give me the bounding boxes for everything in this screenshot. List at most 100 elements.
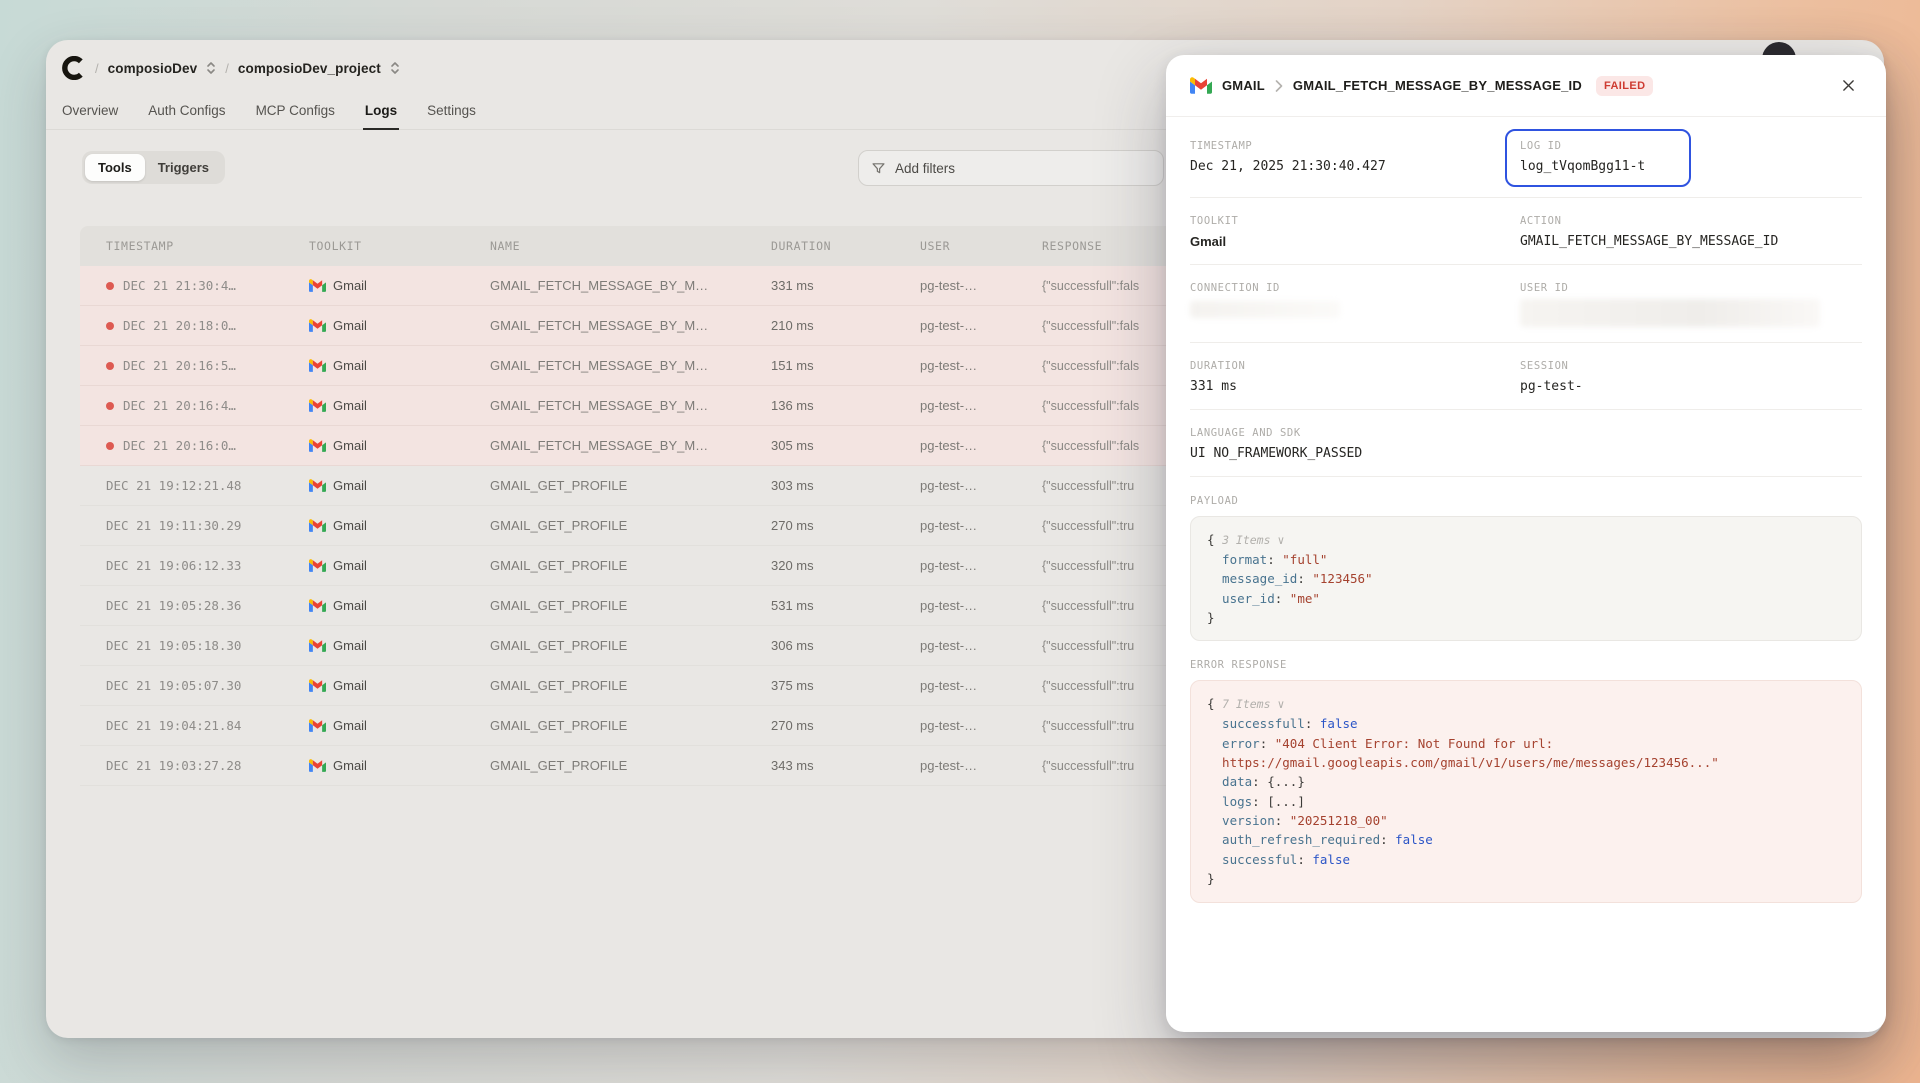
log-toolkit-cell: Gmail (309, 318, 490, 333)
field-label: USER ID (1520, 282, 1862, 294)
failed-status-dot (106, 362, 114, 370)
field-duration: DURATION331 ms (1190, 360, 1520, 394)
log-timestamp-cell: DEC 21 19:05:28.36 (80, 598, 309, 613)
tab-settings[interactable]: Settings (427, 94, 476, 129)
segment-tools[interactable]: Tools (85, 154, 145, 181)
log-timestamp-cell: DEC 21 19:11:30.29 (80, 518, 309, 533)
log-toolkit-cell: Gmail (309, 758, 490, 773)
project-switcher-icon[interactable] (390, 60, 400, 76)
field-timestamp: TIMESTAMPDec 21, 2025 21:30:40.427 (1190, 140, 1520, 182)
log-user: pg-test-… (920, 478, 1042, 493)
column-header-user[interactable]: USER (920, 239, 1042, 253)
log-toolkit-cell: Gmail (309, 478, 490, 493)
payload-json-viewer[interactable]: { 3 Items ∨ format: "full" message_id: "… (1190, 516, 1862, 641)
log-user: pg-test-… (920, 758, 1042, 773)
column-header-name[interactable]: NAME (490, 239, 771, 253)
tab-overview[interactable]: Overview (62, 94, 118, 129)
tab-auth-configs[interactable]: Auth Configs (148, 94, 225, 129)
close-icon (1842, 79, 1855, 92)
log-user: pg-test-… (920, 438, 1042, 453)
log-timestamp: DEC 21 19:05:28.36 (106, 598, 241, 613)
log-timestamp-cell: DEC 21 20:18:0… (80, 318, 309, 333)
log-timestamp: DEC 21 19:05:18.30 (106, 638, 241, 653)
log-name: GMAIL_FETCH_MESSAGE_BY_M… (490, 438, 771, 453)
log-timestamp-cell: DEC 21 19:12:21.48 (80, 478, 309, 493)
field-value: pg-test- (1520, 379, 1862, 394)
log-timestamp-cell: DEC 21 20:16:4… (80, 398, 309, 413)
gmail-icon (309, 439, 326, 452)
field-user-id: USER ID (1520, 282, 1862, 327)
tab-mcp-configs[interactable]: MCP Configs (256, 94, 335, 129)
column-header-toolkit[interactable]: TOOLKIT (309, 239, 490, 253)
add-filters-button[interactable]: Add filters (858, 150, 1164, 186)
filter-funnel-icon (871, 161, 886, 176)
composio-logo-icon[interactable] (62, 56, 86, 80)
gmail-icon (1190, 77, 1212, 94)
field-action: ACTIONGMAIL_FETCH_MESSAGE_BY_MESSAGE_ID (1520, 215, 1862, 249)
segment-triggers[interactable]: Triggers (145, 154, 222, 181)
field-label: LOG ID (1520, 140, 1676, 152)
log-toolkit-cell: Gmail (309, 398, 490, 413)
field-label: DURATION (1190, 360, 1520, 372)
breadcrumb-separator: / (225, 61, 229, 76)
toolkit-name: Gmail (333, 358, 367, 373)
gmail-icon (309, 759, 326, 772)
log-user: pg-test-… (920, 358, 1042, 373)
log-duration: 303 ms (771, 478, 920, 493)
payload-label: PAYLOAD (1190, 495, 1862, 507)
code-line: logs: [...] (1207, 792, 1845, 811)
log-name: GMAIL_FETCH_MESSAGE_BY_M… (490, 398, 771, 413)
gmail-icon (309, 599, 326, 612)
log-timestamp: DEC 21 19:05:07.30 (106, 678, 241, 693)
toolkit-name: Gmail (333, 518, 367, 533)
toolkit-name: Gmail (333, 438, 367, 453)
close-button[interactable] (1834, 72, 1862, 100)
log-user: pg-test-… (920, 278, 1042, 293)
log-timestamp: DEC 21 20:16:5… (123, 358, 236, 373)
detail-field-row: TOOLKITGmailACTIONGMAIL_FETCH_MESSAGE_BY… (1190, 198, 1862, 264)
org-name[interactable]: composioDev (108, 61, 198, 76)
column-header-timestamp[interactable]: TIMESTAMP (80, 239, 309, 253)
log-duration: 270 ms (771, 518, 920, 533)
field-log-id[interactable]: LOG IDlog_tVqomBgg11-t (1505, 129, 1691, 187)
log-toolkit-cell: Gmail (309, 278, 490, 293)
gmail-icon (309, 399, 326, 412)
gmail-icon (309, 359, 326, 372)
toolkit-name: Gmail (333, 558, 367, 573)
toolkit-name: Gmail (333, 598, 367, 613)
column-header-duration[interactable]: DURATION (771, 239, 920, 253)
log-user: pg-test-… (920, 558, 1042, 573)
code-line: format: "full" (1207, 550, 1845, 569)
log-duration: 136 ms (771, 398, 920, 413)
log-duration: 531 ms (771, 598, 920, 613)
panel-body: TIMESTAMPDec 21, 2025 21:30:40.427LOG ID… (1166, 117, 1886, 927)
log-duration: 320 ms (771, 558, 920, 573)
code-line: } (1207, 608, 1845, 627)
log-user: pg-test-… (920, 518, 1042, 533)
toolkit-name: Gmail (333, 638, 367, 653)
org-switcher-icon[interactable] (206, 60, 216, 76)
field-label: LANGUAGE AND SDK (1190, 427, 1862, 439)
log-timestamp-cell: DEC 21 19:03:27.28 (80, 758, 309, 773)
log-name: GMAIL_GET_PROFILE (490, 718, 771, 733)
log-timestamp: DEC 21 20:16:4… (123, 398, 236, 413)
error-response-json-viewer[interactable]: { 7 Items ∨ successfull: false error: "4… (1190, 680, 1862, 902)
project-name[interactable]: composioDev_project (238, 61, 381, 76)
panel-action-title: GMAIL_FETCH_MESSAGE_BY_MESSAGE_ID (1293, 78, 1582, 93)
toolkit-name: Gmail (333, 718, 367, 733)
log-timestamp: DEC 21 19:03:27.28 (106, 758, 241, 773)
gmail-icon (309, 639, 326, 652)
field-label: ACTION (1520, 215, 1862, 227)
page: { "colors": { "accent_highlight": "#2f53… (0, 0, 1920, 1083)
field-label: TOOLKIT (1190, 215, 1520, 227)
chevron-right-icon (1275, 80, 1283, 92)
code-line: version: "20251218_00" (1207, 811, 1845, 830)
tab-logs[interactable]: Logs (365, 94, 397, 129)
failed-status-dot (106, 442, 114, 450)
field-session: SESSIONpg-test- (1520, 360, 1862, 394)
log-timestamp-cell: DEC 21 21:30:4… (80, 278, 309, 293)
toolkit-name: Gmail (333, 678, 367, 693)
log-user: pg-test-… (920, 598, 1042, 613)
field-toolkit: TOOLKITGmail (1190, 215, 1520, 249)
code-line: message_id: "123456" (1207, 569, 1845, 588)
